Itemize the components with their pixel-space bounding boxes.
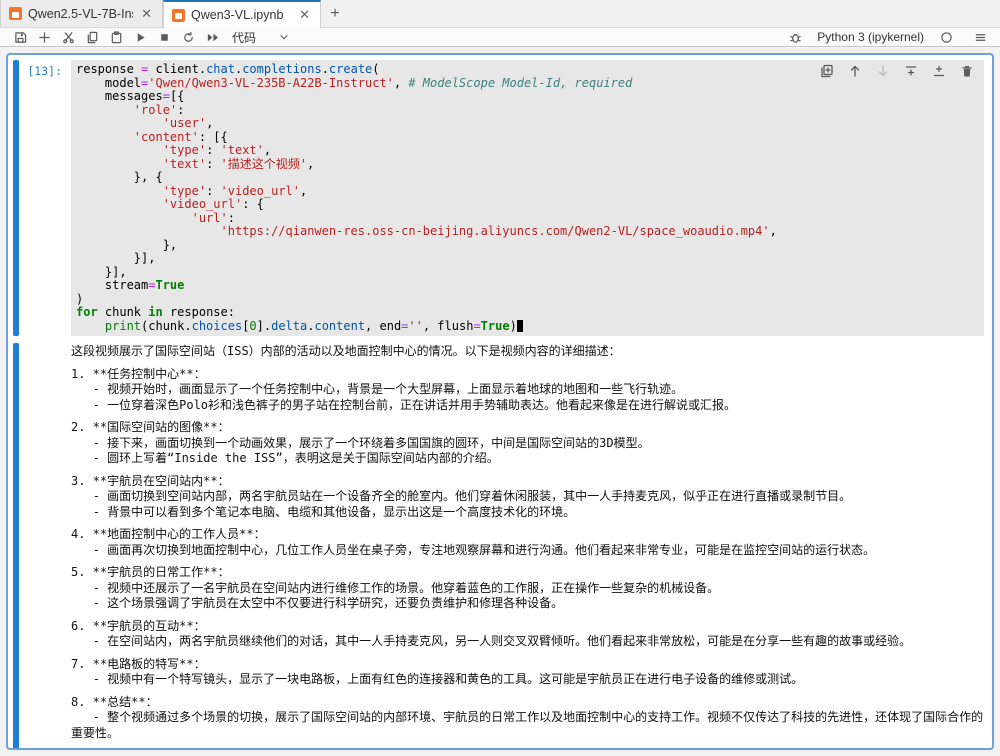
insert-cell-icon[interactable] xyxy=(32,29,56,46)
delete-cell-icon[interactable] xyxy=(959,63,974,78)
code-editor-content: response = client.chat.completions.creat… xyxy=(76,63,979,333)
cut-icon[interactable] xyxy=(56,29,80,46)
debugger-icon[interactable] xyxy=(783,29,807,46)
insert-below-icon[interactable] xyxy=(931,63,946,78)
notebook-panel: [13]: response = client.chat.completions… xyxy=(0,47,1000,755)
menu-icon[interactable] xyxy=(968,29,992,46)
new-tab-button[interactable]: + xyxy=(321,0,349,27)
move-down-icon[interactable] xyxy=(875,63,890,78)
output-text: 这段视频展示了国际空间站（ISS）内部的活动以及地面控制中心的情况。以下是视频内… xyxy=(71,343,984,750)
close-icon[interactable]: ✕ xyxy=(139,6,154,22)
cell-type-label: 代码 xyxy=(232,29,256,46)
insert-above-icon[interactable] xyxy=(903,63,918,78)
execution-count-prompt: [13]: xyxy=(19,60,71,336)
restart-kernel-icon[interactable] xyxy=(176,29,200,46)
chevron-down-icon xyxy=(278,31,290,43)
tab-label: Qwen3-VL.ipynb xyxy=(191,8,291,22)
tab-label: Qwen2.5-VL-7B-Instruct.ip xyxy=(28,7,133,21)
notebook-file-icon xyxy=(172,9,185,22)
stop-icon[interactable] xyxy=(152,29,176,46)
notebook-toolbar: 代码 Python 3 (ipykernel) xyxy=(0,28,1000,47)
active-code-cell[interactable]: [13]: response = client.chat.completions… xyxy=(6,53,994,750)
kernel-name[interactable]: Python 3 (ipykernel) xyxy=(817,30,924,44)
output-prompt-gutter xyxy=(19,343,71,750)
copy-icon[interactable] xyxy=(80,29,104,46)
code-editor[interactable]: response = client.chat.completions.creat… xyxy=(71,60,984,336)
tab-qwen3-vl-notebook[interactable]: Qwen3-VL.ipynb ✕ xyxy=(163,0,321,28)
cell-toolbar xyxy=(819,63,974,78)
run-all-icon[interactable] xyxy=(200,29,224,46)
cell-type-dropdown[interactable]: 代码 xyxy=(232,29,290,46)
close-icon[interactable]: ✕ xyxy=(297,7,312,23)
tab-bar: Qwen2.5-VL-7B-Instruct.ip ✕ Qwen3-VL.ipy… xyxy=(0,0,1000,28)
move-up-icon[interactable] xyxy=(847,63,862,78)
notebook-file-icon xyxy=(9,7,22,20)
kernel-status-icon[interactable] xyxy=(934,29,958,46)
duplicate-cell-icon[interactable] xyxy=(819,63,834,78)
cell-input-area: [13]: response = client.chat.completions… xyxy=(13,60,984,336)
save-icon[interactable] xyxy=(8,29,32,46)
paste-icon[interactable] xyxy=(104,29,128,46)
cell-output-area: 这段视频展示了国际空间站（ISS）内部的活动以及地面控制中心的情况。以下是视频内… xyxy=(13,343,984,750)
tab-qwen25-vl-notebook[interactable]: Qwen2.5-VL-7B-Instruct.ip ✕ xyxy=(0,0,163,27)
run-icon[interactable] xyxy=(128,29,152,46)
